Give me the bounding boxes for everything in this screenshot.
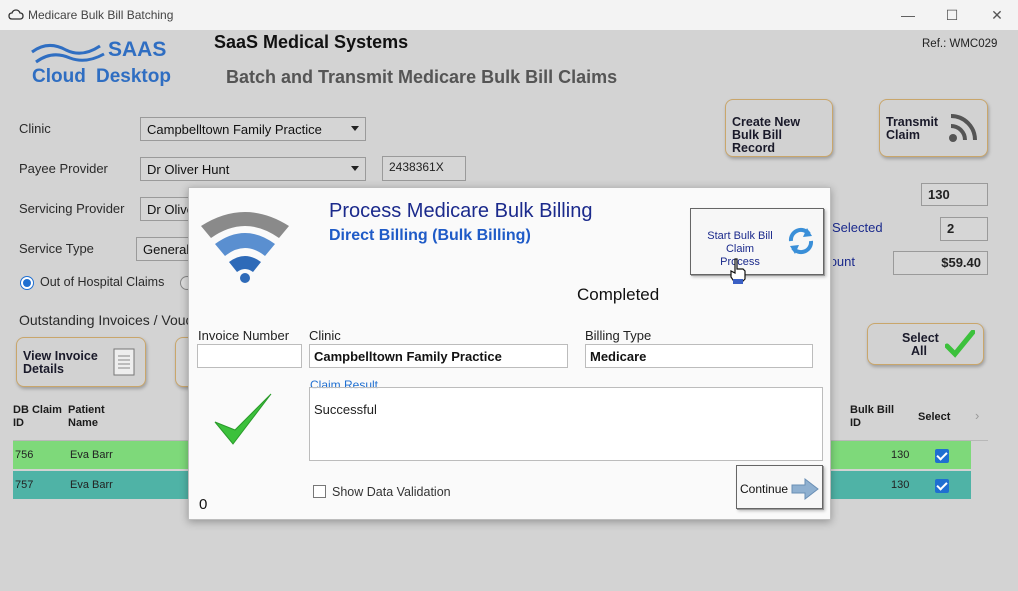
window-title: Medicare Bulk Bill Batching xyxy=(28,8,174,22)
radio-dot xyxy=(23,279,31,287)
logo-saas: SAAS xyxy=(108,38,167,61)
cloud-app-icon xyxy=(8,9,24,20)
col-patient-name: Patient Name xyxy=(68,404,105,429)
view-invoice-details-label: View Invoice Details xyxy=(23,349,98,376)
ref-code: Ref.: WMC029 xyxy=(922,38,998,50)
col-db-claim-id: DB Claim ID xyxy=(13,404,62,429)
minimize-icon[interactable]: — xyxy=(893,4,923,26)
show-data-validation-checkbox[interactable] xyxy=(313,485,326,498)
logo-cloud: Cloud xyxy=(32,66,86,87)
hand-cursor-icon xyxy=(730,258,746,284)
clinic-select-value: Campbelltown Family Practice xyxy=(147,122,322,137)
create-new-record-label: Create New Bulk Bill Record xyxy=(732,115,801,155)
clinic-select[interactable]: Campbelltown Family Practice xyxy=(140,117,366,141)
chevron-down-icon xyxy=(351,166,359,171)
payee-provider-number: 2438361X xyxy=(382,156,466,181)
page-subtitle: Batch and Transmit Medicare Bulk Bill Cl… xyxy=(226,67,618,87)
chevron-right-icon[interactable]: › xyxy=(975,408,979,423)
status-completed: Completed xyxy=(577,285,660,304)
show-data-validation-label: Show Data Validation xyxy=(332,485,451,499)
transmit-claim-label: Transmit Claim xyxy=(886,115,939,142)
amount-value: $59.40 xyxy=(893,251,988,275)
saas-cloud-logo: SAAS Cloud Desktop xyxy=(30,38,180,98)
selected-count: 2 xyxy=(940,217,988,241)
outstanding-invoices-label: Outstanding Invoices / Vouchers to inclu… xyxy=(19,312,189,328)
payee-provider-select[interactable]: Dr Oliver Hunt xyxy=(140,157,366,181)
invoice-number-field[interactable] xyxy=(197,344,302,368)
selected-label: Selected xyxy=(832,220,883,235)
chevron-down-icon xyxy=(351,126,359,131)
payee-provider-label: Payee Provider xyxy=(19,161,108,176)
clinic-label: Clinic xyxy=(19,121,51,136)
waves-icon xyxy=(31,44,105,64)
dialog-clinic-label: Clinic xyxy=(309,328,341,343)
success-check-icon xyxy=(214,393,272,445)
start-bulk-bill-button[interactable]: Start Bulk Bill Claim Process xyxy=(690,208,824,284)
document-icon xyxy=(113,348,135,376)
company-name: SaaS Medical Systems xyxy=(214,32,409,52)
service-type-value: General xyxy=(143,242,190,257)
cell-patient-name: Eva Barr xyxy=(70,449,113,461)
billing-type-label: Billing Type xyxy=(585,328,652,343)
arrow-right-icon xyxy=(791,478,819,500)
bulk-bill-no-value: 130 xyxy=(921,183,988,206)
billing-type-field[interactable]: Medicare xyxy=(585,344,813,368)
amount-label: Amount xyxy=(833,254,855,269)
invoice-number-label: Invoice Number xyxy=(198,328,290,343)
view-invoice-details-button[interactable]: View Invoice Details xyxy=(16,337,146,387)
wifi-signal-icon xyxy=(201,212,289,283)
select-all-button[interactable]: Select All xyxy=(867,323,984,365)
cell-db-claim-id: 756 xyxy=(15,449,34,461)
select-all-label: Select All xyxy=(902,331,939,358)
row-select-checkbox[interactable] xyxy=(935,479,949,493)
wireless-signal-icon xyxy=(949,114,977,142)
cell-patient-name: Eva Barr xyxy=(70,479,113,491)
logo-desktop: Desktop xyxy=(96,66,171,87)
create-new-record-button[interactable]: Create New Bulk Bill Record xyxy=(725,99,833,157)
process-billing-dialog: Process Medicare Bulk Billing Direct Bil… xyxy=(188,187,831,520)
transmit-claim-button[interactable]: Transmit Claim xyxy=(879,99,988,157)
cell-db-claim-id: 757 xyxy=(15,479,34,491)
continue-button[interactable]: Continue xyxy=(736,465,823,509)
row-select-checkbox[interactable] xyxy=(935,449,949,463)
cell-bulk-bill-id: 130 xyxy=(891,479,910,491)
title-bar: Medicare Bulk Bill Batching — ☐ ✕ xyxy=(0,0,1018,30)
cell-bulk-bill-id: 130 xyxy=(891,449,910,461)
payee-provider-value: Dr Oliver Hunt xyxy=(147,162,230,177)
dialog-title: Process Medicare Bulk Billing xyxy=(329,200,593,222)
col-bulk-bill-id: Bulk Bill ID xyxy=(850,404,895,429)
service-type-label: Service Type xyxy=(19,241,94,256)
dialog-subtitle: Direct Billing (Bulk Billing) xyxy=(329,227,531,244)
green-check-icon xyxy=(945,330,975,358)
refresh-icon xyxy=(788,227,814,255)
claim-result-value: Successful xyxy=(314,402,377,417)
close-icon[interactable]: ✕ xyxy=(982,4,1012,26)
col-select: Select xyxy=(918,411,951,423)
servicing-provider-label: Servicing Provider xyxy=(19,201,125,216)
radio-out-of-hospital[interactable] xyxy=(20,276,34,290)
dialog-clinic-field[interactable]: Campbelltown Family Practice xyxy=(309,344,568,368)
continue-label: Continue xyxy=(740,482,789,496)
claim-result-box[interactable]: Successful xyxy=(309,387,823,461)
progress-counter: 0 xyxy=(199,496,208,513)
radio-out-of-hospital-label: Out of Hospital Claims xyxy=(40,275,165,289)
maximize-icon[interactable]: ☐ xyxy=(937,4,967,26)
